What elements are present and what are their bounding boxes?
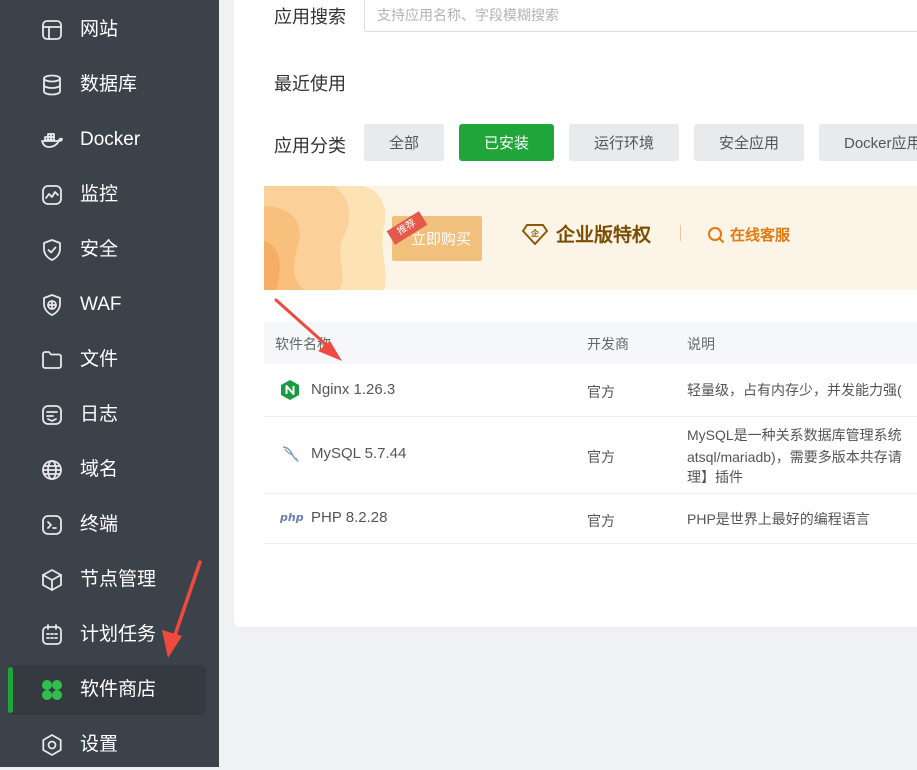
sidebar-item-label: 节点管理 xyxy=(80,569,157,590)
app-description: 轻量级，占有内存少，并发能力强( xyxy=(687,382,902,398)
nginx-icon xyxy=(280,379,300,405)
gear-icon xyxy=(40,733,64,757)
category-runtime-button[interactable]: 运行环境 xyxy=(569,124,679,161)
sidebar-item-label: Docker xyxy=(80,129,141,150)
sidebar-item-files[interactable]: 文件 xyxy=(8,335,206,385)
sidebar-item-app-store[interactable]: 软件商店 xyxy=(8,665,206,715)
banner-divider xyxy=(680,225,681,241)
monitor-icon xyxy=(40,183,64,207)
sidebar-item-label: 域名 xyxy=(80,459,119,480)
sidebar-item-cron[interactable]: 计划任务 xyxy=(8,610,206,660)
sidebar-item-domains[interactable]: 域名 xyxy=(8,445,206,495)
svg-text:php: php xyxy=(280,511,304,524)
mysql-icon xyxy=(280,443,302,469)
online-service-label: 在线客服 xyxy=(730,227,791,244)
waf-icon xyxy=(40,293,64,317)
column-header-developer: 开发商 xyxy=(587,336,629,352)
table-row[interactable]: MySQL 5.7.44 官方 MySQL是一种关系数据库管理系统 atsql/… xyxy=(264,417,917,494)
chat-icon xyxy=(707,226,725,244)
sidebar-item-label: 计划任务 xyxy=(80,624,157,645)
app-developer: 官方 xyxy=(587,384,615,400)
sidebar-item-monitor[interactable]: 监控 xyxy=(8,170,206,220)
category-installed-button[interactable]: 已安装 xyxy=(459,124,554,161)
app-name[interactable]: Nginx 1.26.3 xyxy=(311,381,395,398)
sidebar-item-security[interactable]: 安全 xyxy=(8,225,206,275)
app-name[interactable]: PHP 8.2.28 xyxy=(311,509,387,526)
shield-icon xyxy=(40,238,64,262)
app-description: PHP是世界上最好的编程语言 xyxy=(687,511,870,527)
enterprise-privilege: 企 企业版特权 xyxy=(522,220,651,247)
app-developer: 官方 xyxy=(587,449,615,465)
docker-icon xyxy=(40,128,64,152)
sidebar-item-settings[interactable]: 设置 xyxy=(8,720,206,770)
category-all-button[interactable]: 全部 xyxy=(364,124,444,161)
enterprise-privilege-label: 企业版特权 xyxy=(556,225,652,246)
svg-text:企: 企 xyxy=(530,228,540,238)
clover-icon xyxy=(40,678,64,702)
category-security-button[interactable]: 安全应用 xyxy=(694,124,804,161)
sidebar-item-label: 数据库 xyxy=(80,74,138,95)
table-header: 软件名称 开发商 说明 xyxy=(264,322,917,364)
sidebar-item-logs[interactable]: 日志 xyxy=(8,390,206,440)
online-service-link[interactable]: 在线客服 xyxy=(707,224,790,245)
sidebar-item-label: WAF xyxy=(80,294,122,315)
app-description-line: atsql/mariadb)，需要多版本共存请 xyxy=(687,449,902,465)
sidebar-item-label: 网站 xyxy=(80,19,119,40)
sidebar-item-website[interactable]: 网站 xyxy=(8,5,206,55)
search-box xyxy=(364,0,917,32)
category-docker-button[interactable]: Docker应用 xyxy=(819,124,917,161)
table-row[interactable]: php PHP 8.2.28 官方 PHP是世界上最好的编程语言 xyxy=(264,494,917,544)
database-icon xyxy=(40,73,64,97)
app-description-line: 理】插件 xyxy=(687,469,743,485)
sidebar-item-label: 日志 xyxy=(80,404,119,425)
sidebar-item-label: 软件商店 xyxy=(80,679,157,700)
sidebar-item-database[interactable]: 数据库 xyxy=(8,60,206,110)
cube-icon xyxy=(40,568,64,592)
sidebar-item-label: 文件 xyxy=(80,349,119,370)
buy-now-label: 立即购买 xyxy=(410,231,471,248)
terminal-icon xyxy=(40,513,64,537)
sidebar-item-label: 监控 xyxy=(80,184,119,205)
folder-icon xyxy=(40,348,64,372)
search-input[interactable] xyxy=(365,0,917,30)
app-developer: 官方 xyxy=(587,513,615,529)
sidebar: 网站 数据库 Docker 监控 安全 WAF 文件 日志 域名 终端 节点管理… xyxy=(0,0,219,767)
recent-label: 最近使用 xyxy=(274,74,346,94)
sidebar-item-label: 安全 xyxy=(80,239,119,260)
globe-icon xyxy=(40,458,64,482)
search-label: 应用搜索 xyxy=(274,7,346,27)
diamond-icon: 企 xyxy=(522,223,548,245)
sidebar-item-waf[interactable]: WAF xyxy=(8,280,206,330)
column-header-description: 说明 xyxy=(687,336,715,352)
column-header-name: 软件名称 xyxy=(275,336,331,352)
sidebar-item-docker[interactable]: Docker xyxy=(8,115,206,165)
sidebar-item-label: 终端 xyxy=(80,514,119,535)
app-name[interactable]: MySQL 5.7.44 xyxy=(311,445,406,462)
sidebar-item-terminal[interactable]: 终端 xyxy=(8,500,206,550)
app-description-line: MySQL是一种关系数据库管理系统 xyxy=(687,427,902,443)
category-label: 应用分类 xyxy=(274,136,346,156)
php-icon: php xyxy=(279,510,304,528)
sidebar-item-nodes[interactable]: 节点管理 xyxy=(8,555,206,605)
log-icon xyxy=(40,403,64,427)
website-icon xyxy=(40,18,64,42)
table-row[interactable]: Nginx 1.26.3 官方 轻量级，占有内存少，并发能力强( xyxy=(264,364,917,417)
calendar-icon xyxy=(40,623,64,647)
sidebar-item-label: 设置 xyxy=(80,734,119,755)
